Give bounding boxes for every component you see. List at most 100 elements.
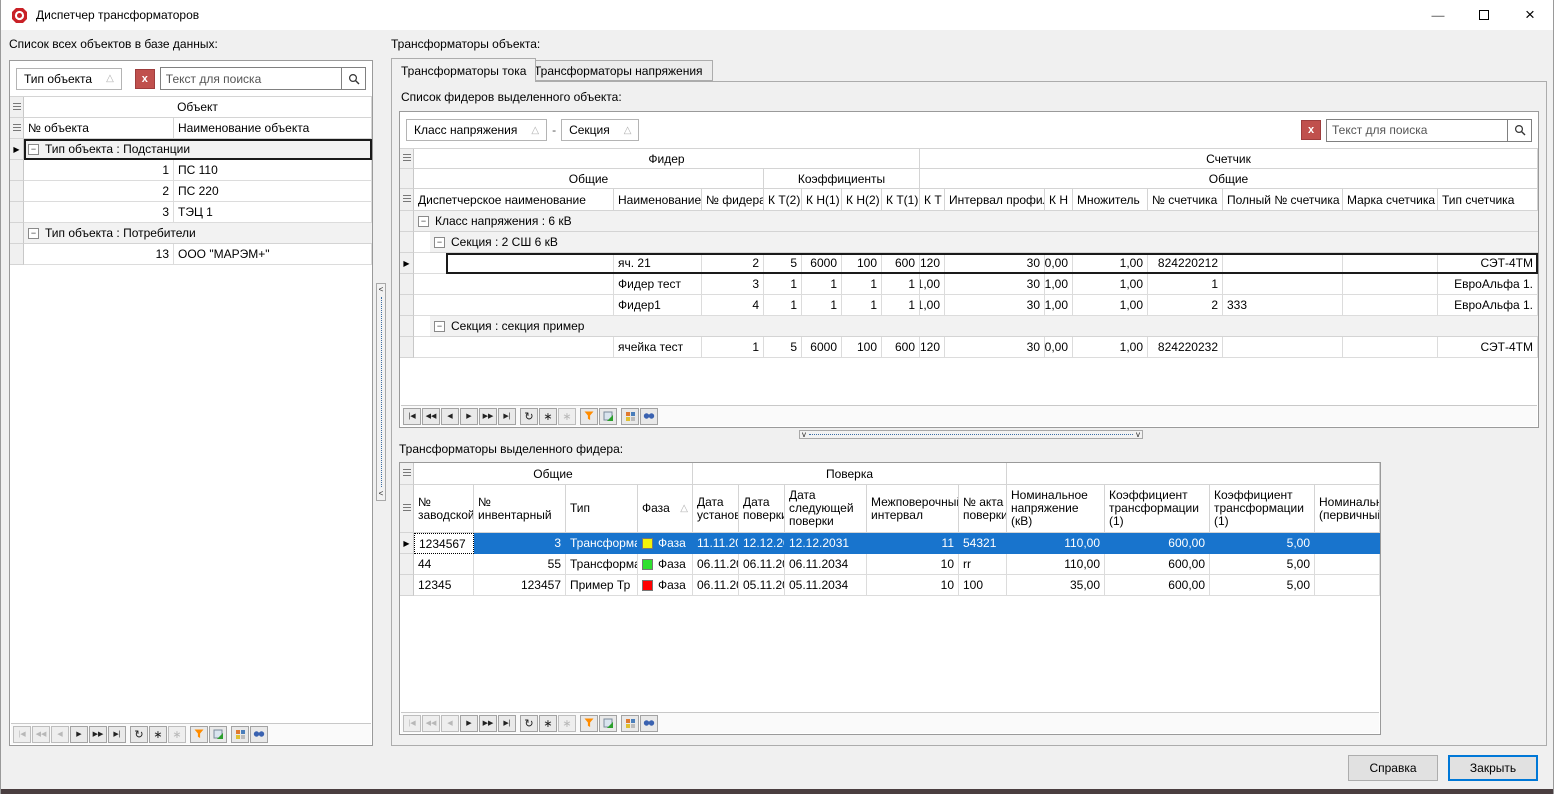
table-cell[interactable]: 120 bbox=[920, 337, 945, 358]
table-cell[interactable]: 30 bbox=[945, 295, 1045, 316]
column-header[interactable]: К Т(1) bbox=[882, 189, 920, 211]
help-button[interactable]: Справка bbox=[1348, 755, 1438, 781]
table-cell[interactable]: 6000 bbox=[802, 337, 842, 358]
table-cell[interactable]: Фаза bbox=[638, 533, 693, 554]
table-cell[interactable]: 1 bbox=[842, 274, 882, 295]
table-cell[interactable]: Пример Тр bbox=[566, 575, 638, 596]
column-header[interactable]: Дата установки bbox=[693, 485, 739, 533]
tab-voltage-transformers[interactable]: Трансформаторы напряжения bbox=[524, 60, 713, 81]
next-page-button[interactable]: ▶▶ bbox=[479, 408, 497, 425]
table-cell[interactable]: 1,00 bbox=[1073, 295, 1148, 316]
collapse-icon[interactable]: − bbox=[434, 237, 445, 248]
table-cell[interactable]: 1 bbox=[802, 274, 842, 295]
tab-current-transformers[interactable]: Трансформаторы тока bbox=[391, 58, 536, 82]
group-chip-voltage-class[interactable]: Класс напряжения △ bbox=[406, 119, 547, 141]
table-cell[interactable]: 44 bbox=[414, 554, 474, 575]
band-empty[interactable] bbox=[1007, 463, 1380, 485]
collapse-left-icon[interactable]: < bbox=[379, 490, 384, 498]
band-meter[interactable]: Счетчик bbox=[920, 149, 1538, 169]
group-row-bar[interactable]: −Тип объекта : Подстанции bbox=[24, 139, 372, 160]
table-cell[interactable] bbox=[446, 337, 614, 358]
table-cell[interactable]: 12.12.20 bbox=[739, 533, 785, 554]
subband-meter-general[interactable]: Общие bbox=[920, 169, 1538, 189]
collapse-icon[interactable]: − bbox=[418, 216, 429, 227]
table-cell[interactable]: 54321 bbox=[959, 533, 1007, 554]
group-row-bar[interactable]: −Секция : секция пример bbox=[430, 316, 1538, 337]
collapse-icon[interactable]: − bbox=[28, 228, 39, 239]
group-row[interactable]: −Класс напряжения : 6 кВ bbox=[400, 211, 1538, 232]
add-record-button[interactable]: ∗ bbox=[539, 408, 557, 425]
table-cell[interactable]: 30 bbox=[945, 253, 1045, 274]
table-cell[interactable]: 1 bbox=[882, 295, 920, 316]
table-cell[interactable]: 5 bbox=[764, 337, 802, 358]
table-row[interactable]: 12345123457Пример ТрФаза06.11.20205.11.2… bbox=[400, 575, 1380, 596]
table-cell[interactable]: 1,00 bbox=[1045, 295, 1073, 316]
save-layout-button[interactable] bbox=[599, 408, 617, 425]
customize-layout-button[interactable] bbox=[621, 715, 639, 732]
column-header[interactable]: К Т bbox=[920, 189, 945, 211]
subband-coefficients[interactable]: Коэффициенты bbox=[764, 169, 920, 189]
table-cell[interactable]: 30 bbox=[945, 337, 1045, 358]
table-cell[interactable]: 1 bbox=[702, 337, 764, 358]
filter-button[interactable] bbox=[580, 715, 598, 732]
table-cell[interactable]: 1,00 bbox=[1045, 274, 1073, 295]
table-row[interactable]: Фидер тест311111,00301,001,001ЕвроАльфа … bbox=[400, 274, 1538, 295]
table-cell[interactable]: 1,00 bbox=[1073, 337, 1148, 358]
table-cell[interactable]: ПС 220 bbox=[174, 181, 372, 202]
cancel-edit-button[interactable]: ∗ bbox=[558, 408, 576, 425]
column-header[interactable]: Межповерочный интервал bbox=[867, 485, 959, 533]
table-cell[interactable] bbox=[446, 253, 614, 274]
column-header[interactable]: Дата следующей поверки bbox=[785, 485, 867, 533]
search-button[interactable] bbox=[250, 726, 268, 743]
next-page-button[interactable]: ▶▶ bbox=[479, 715, 497, 732]
table-cell[interactable]: 120 bbox=[920, 253, 945, 274]
next-page-button[interactable]: ▶▶ bbox=[89, 726, 107, 743]
band-object[interactable]: Объект bbox=[24, 97, 372, 118]
table-cell[interactable] bbox=[1315, 575, 1380, 596]
refresh-button[interactable]: ↻ bbox=[520, 408, 538, 425]
table-cell[interactable]: 6000 bbox=[802, 253, 842, 274]
group-chip-section[interactable]: Секция △ bbox=[561, 119, 639, 141]
table-cell[interactable]: 06.11.202 bbox=[693, 554, 739, 575]
column-header[interactable]: Марка счетчика bbox=[1343, 189, 1438, 211]
band-general[interactable]: Общие bbox=[414, 463, 693, 485]
band-verification[interactable]: Поверка bbox=[693, 463, 1007, 485]
first-record-button[interactable]: |◀ bbox=[13, 726, 31, 743]
column-header[interactable]: К Н(2) bbox=[842, 189, 882, 211]
table-cell[interactable]: 110,00 bbox=[1007, 554, 1105, 575]
collapse-down-icon[interactable]: v bbox=[1136, 431, 1140, 439]
subband-general[interactable]: Общие bbox=[414, 169, 764, 189]
prev-record-button[interactable]: ◀ bbox=[441, 408, 459, 425]
table-cell[interactable]: 3 bbox=[702, 274, 764, 295]
table-cell[interactable] bbox=[1223, 274, 1343, 295]
close-button[interactable]: Закрыть bbox=[1448, 755, 1538, 781]
column-header[interactable]: № счетчика bbox=[1148, 189, 1223, 211]
feeders-search-input[interactable] bbox=[1327, 120, 1507, 141]
table-row[interactable]: 3ТЭЦ 1 bbox=[10, 202, 372, 223]
column-header[interactable]: Полный № счетчика bbox=[1223, 189, 1343, 211]
table-cell[interactable]: 05.11.2034 bbox=[785, 575, 867, 596]
table-cell[interactable]: 1 bbox=[802, 295, 842, 316]
close-window-button[interactable]: × bbox=[1507, 0, 1553, 30]
save-layout-button[interactable] bbox=[599, 715, 617, 732]
band-feeder[interactable]: Фидер bbox=[414, 149, 920, 169]
table-cell[interactable] bbox=[446, 274, 614, 295]
table-cell[interactable]: 600 bbox=[882, 253, 920, 274]
table-row[interactable]: ▶яч. 212560001006001203060,001,008242202… bbox=[400, 253, 1538, 274]
table-cell[interactable]: 600 bbox=[882, 337, 920, 358]
last-record-button[interactable]: ▶| bbox=[498, 715, 516, 732]
group-row[interactable]: ▶−Тип объекта : Подстанции bbox=[10, 139, 372, 160]
column-header[interactable]: Тип счетчика bbox=[1438, 189, 1538, 211]
table-cell[interactable]: 110,00 bbox=[1007, 533, 1105, 554]
table-cell[interactable]: ООО "МАРЭМ+" bbox=[174, 244, 372, 265]
column-header[interactable]: К Н(1) bbox=[802, 189, 842, 211]
collapse-down-icon[interactable]: v bbox=[802, 431, 806, 439]
table-cell[interactable]: 5,00 bbox=[1210, 554, 1315, 575]
prev-page-button[interactable]: ◀◀ bbox=[422, 715, 440, 732]
group-row[interactable]: −Секция : 2 СШ 6 кВ bbox=[400, 232, 1538, 253]
table-cell[interactable]: 824220232 bbox=[1148, 337, 1223, 358]
first-record-button[interactable]: |◀ bbox=[403, 408, 421, 425]
add-record-button[interactable]: ∗ bbox=[149, 726, 167, 743]
column-header[interactable]: Коэффициент трансформации (1) bbox=[1105, 485, 1210, 533]
table-cell[interactable]: 2 bbox=[702, 253, 764, 274]
